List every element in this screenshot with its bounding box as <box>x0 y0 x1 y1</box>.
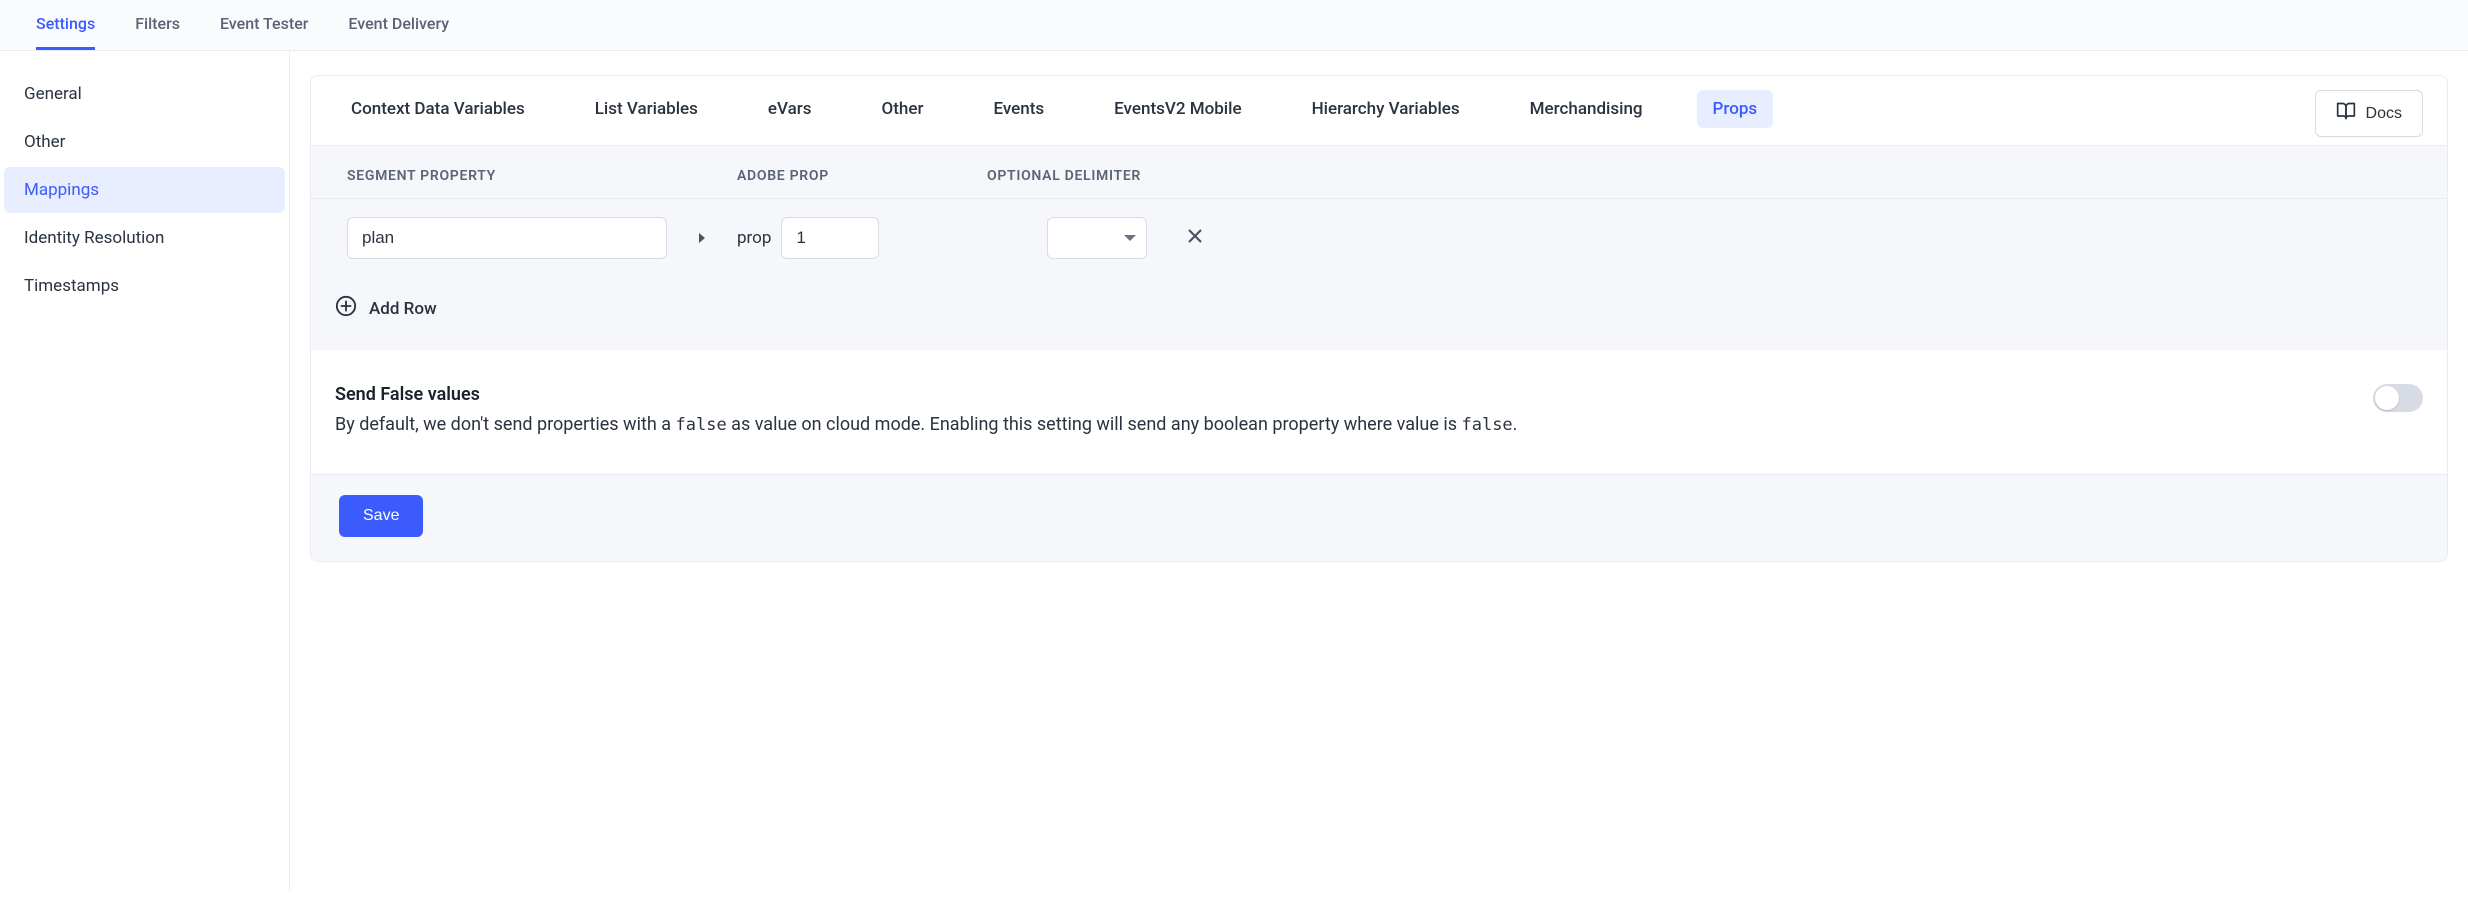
card-footer: Save <box>311 474 2447 561</box>
delete-row-button[interactable] <box>1187 228 1203 248</box>
prop-prefix-label: prop <box>737 228 771 248</box>
docs-button[interactable]: Docs <box>2315 90 2423 137</box>
sidebar: General Other Mappings Identity Resoluti… <box>0 51 290 891</box>
sidebar-item-mappings[interactable]: Mappings <box>4 167 285 213</box>
send-false-description: By default, we don't send properties wit… <box>335 411 1517 440</box>
tab-event-tester[interactable]: Event Tester <box>220 0 308 50</box>
table-header: SEGMENT PROPERTY ADOBE PROP OPTIONAL DEL… <box>311 145 2447 199</box>
book-icon <box>2336 101 2356 126</box>
send-false-title: Send False values <box>335 384 1517 405</box>
sidebar-item-general[interactable]: General <box>4 71 285 117</box>
subtab-list-variables[interactable]: List Variables <box>579 90 714 128</box>
sidebar-item-identity-resolution[interactable]: Identity Resolution <box>4 215 285 261</box>
tab-filters[interactable]: Filters <box>135 0 180 50</box>
subtab-hierarchy-variables[interactable]: Hierarchy Variables <box>1296 90 1476 128</box>
mappings-card: Context Data Variables List Variables eV… <box>310 75 2448 562</box>
col-segment-property: SEGMENT PROPERTY <box>347 168 737 184</box>
caret-right-icon <box>697 233 707 243</box>
delimiter-select[interactable] <box>1047 217 1147 259</box>
send-false-option: Send False values By default, we don't s… <box>311 350 2447 474</box>
col-optional-delimiter: OPTIONAL DELIMITER <box>987 168 1187 184</box>
tab-event-delivery[interactable]: Event Delivery <box>348 0 449 50</box>
sub-tabs: Context Data Variables List Variables eV… <box>335 90 1773 128</box>
top-tabs: Settings Filters Event Tester Event Deli… <box>0 0 2468 51</box>
save-button[interactable]: Save <box>339 495 423 537</box>
subtab-props[interactable]: Props <box>1697 90 1774 128</box>
docs-label: Docs <box>2366 105 2402 123</box>
subtab-eventsv2-mobile[interactable]: EventsV2 Mobile <box>1098 90 1257 128</box>
table-row: prop <box>311 199 2447 277</box>
toggle-knob <box>2375 386 2399 410</box>
plus-circle-icon <box>335 295 357 322</box>
col-adobe-prop: ADOBE PROP <box>737 168 987 184</box>
segment-property-input[interactable] <box>347 217 667 259</box>
close-icon <box>1187 228 1203 248</box>
send-false-toggle[interactable] <box>2373 384 2423 412</box>
sidebar-item-other[interactable]: Other <box>4 119 285 165</box>
chevron-down-icon <box>1124 229 1136 248</box>
tab-settings[interactable]: Settings <box>36 0 95 50</box>
subtab-merchandising[interactable]: Merchandising <box>1514 90 1659 128</box>
add-row-button[interactable]: Add Row <box>311 277 2447 350</box>
subtab-evars[interactable]: eVars <box>752 90 828 128</box>
prop-number-input[interactable] <box>781 217 879 259</box>
subtab-other[interactable]: Other <box>866 90 940 128</box>
subtab-context-data-variables[interactable]: Context Data Variables <box>335 90 541 128</box>
sidebar-item-timestamps[interactable]: Timestamps <box>4 263 285 309</box>
subtab-events[interactable]: Events <box>977 90 1060 128</box>
add-row-label: Add Row <box>369 299 437 319</box>
